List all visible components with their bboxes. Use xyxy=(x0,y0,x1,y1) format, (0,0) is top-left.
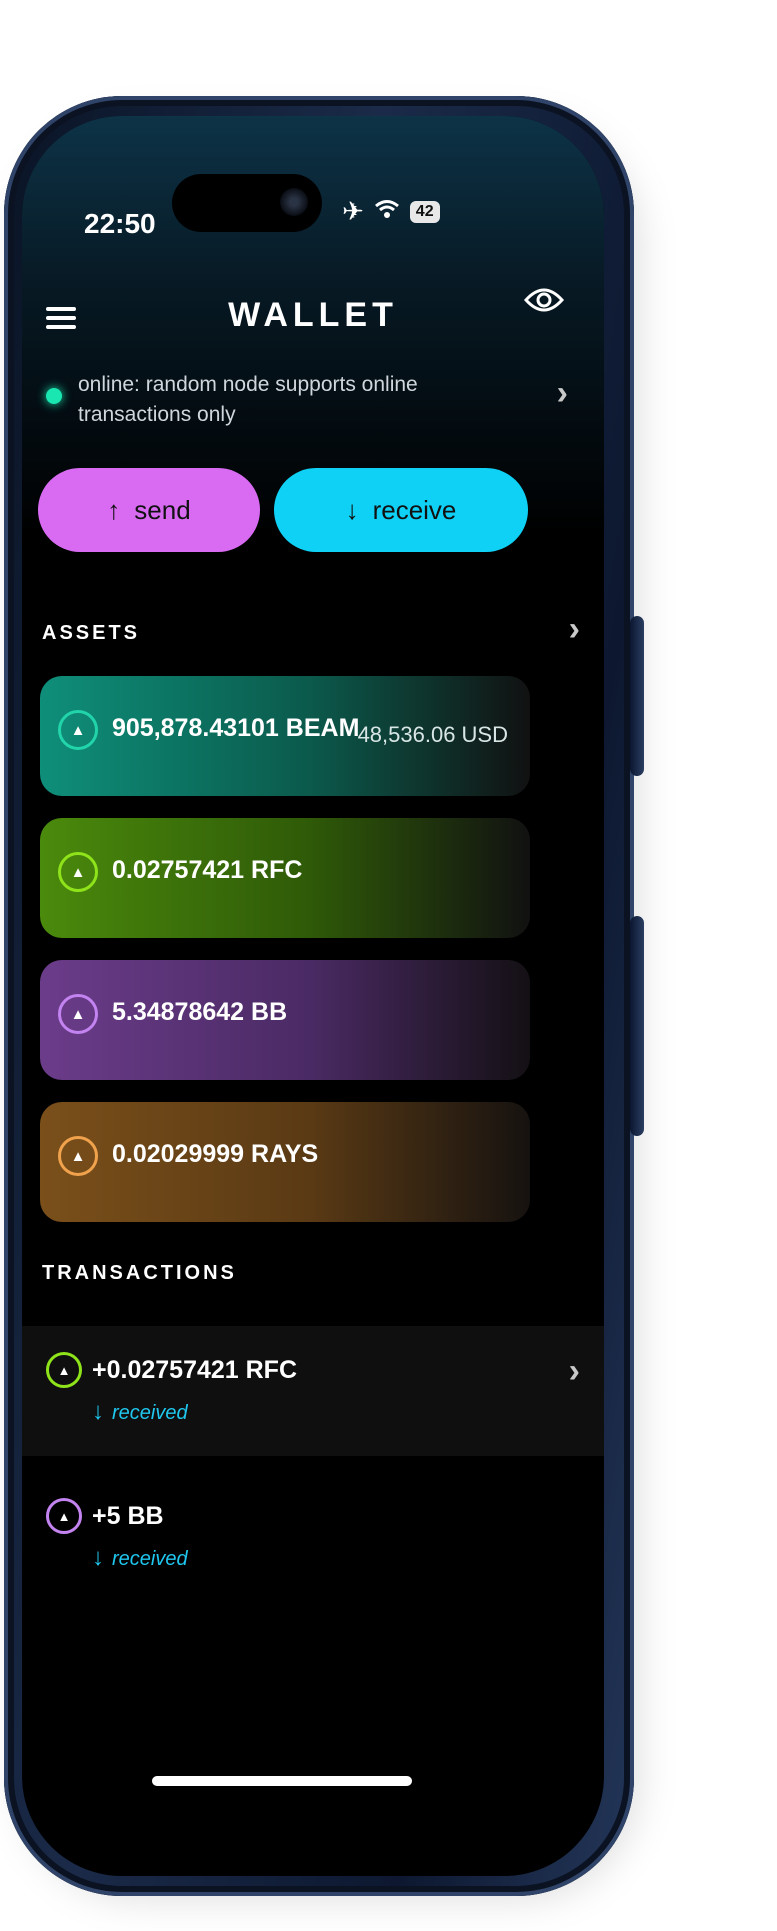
bb-asset-icon: ▲ xyxy=(58,994,98,1034)
arrow-down-icon: ↓ xyxy=(345,494,359,525)
page-title: WALLET xyxy=(228,296,398,334)
bb-transaction-icon: ▲ xyxy=(46,1498,82,1534)
transactions-label: TRANSACTIONS xyxy=(42,1262,237,1284)
transaction-row[interactable]: ▲ +5 BB ↓ received xyxy=(22,1472,604,1602)
eye-icon[interactable] xyxy=(523,284,565,323)
volume-up-button xyxy=(630,616,644,776)
asset-card-rfc[interactable]: ▲ 0.02757421 RFC xyxy=(40,818,530,938)
asset-usd-value: 48,536.06 USD xyxy=(357,722,508,747)
send-label: send xyxy=(134,494,191,525)
asset-amount: 0.02029999 RAYS xyxy=(112,1140,319,1168)
dynamic-island xyxy=(172,174,322,232)
assets-label: ASSETS xyxy=(42,622,141,644)
receive-label: receive xyxy=(372,494,457,525)
battery-icon: 42 xyxy=(409,200,440,223)
asset-amount: 905,878.43101 BEAM xyxy=(112,714,360,742)
volume-down-button xyxy=(630,916,644,1136)
phone-frame: 22:50 ✈ 42 WALLET online: random node su… xyxy=(4,96,644,1896)
arrow-down-icon: ↓ xyxy=(92,1544,104,1571)
camera-icon xyxy=(280,188,308,216)
arrow-down-icon: ↓ xyxy=(92,1398,104,1425)
rfc-asset-icon: ▲ xyxy=(58,852,98,892)
screen: 22:50 ✈ 42 WALLET online: random node su… xyxy=(22,116,604,1876)
send-button[interactable]: ↑ send xyxy=(38,468,260,552)
asset-amount: 0.02757421 RFC xyxy=(112,856,303,884)
chevron-right-icon: › xyxy=(556,374,568,412)
transaction-amount: +5 BB xyxy=(92,1502,164,1530)
receive-button[interactable]: ↓ receive xyxy=(274,468,528,552)
asset-card-beam[interactable]: ▲ 905,878.43101 BEAM 48,536.06 USD xyxy=(40,676,530,796)
status-icons: ✈ 42 xyxy=(342,196,440,227)
beam-icon: ▲ xyxy=(58,710,98,750)
transaction-status-label: received xyxy=(112,1548,188,1570)
chevron-right-icon: › xyxy=(568,1352,580,1390)
asset-card-rays[interactable]: ▲ 0.02029999 RAYS xyxy=(40,1102,530,1222)
arrow-up-icon: ↑ xyxy=(107,494,121,525)
transaction-row[interactable]: ▲ +0.02757421 RFC ↓ received › xyxy=(22,1326,604,1456)
home-indicator[interactable] xyxy=(152,1776,412,1786)
transaction-status: ↓ received xyxy=(92,1398,188,1426)
transaction-amount: +0.02757421 RFC xyxy=(92,1356,298,1384)
status-time: 22:50 xyxy=(84,208,156,239)
wifi-icon xyxy=(374,196,400,227)
connection-status-row[interactable]: online: random node supports online tran… xyxy=(40,364,580,434)
connection-status-text: online: random node supports online tran… xyxy=(78,373,418,426)
airplane-icon: ✈ xyxy=(342,196,364,226)
online-indicator-icon xyxy=(46,388,62,404)
transaction-status: ↓ received xyxy=(92,1544,188,1572)
transaction-status-label: received xyxy=(112,1402,188,1424)
asset-card-bb[interactable]: ▲ 5.34878642 BB xyxy=(40,960,530,1080)
rays-asset-icon: ▲ xyxy=(58,1136,98,1176)
asset-amount: 5.34878642 BB xyxy=(112,998,288,1026)
rfc-transaction-icon: ▲ xyxy=(46,1352,82,1388)
assets-chevron-right-icon[interactable]: › xyxy=(569,610,580,649)
